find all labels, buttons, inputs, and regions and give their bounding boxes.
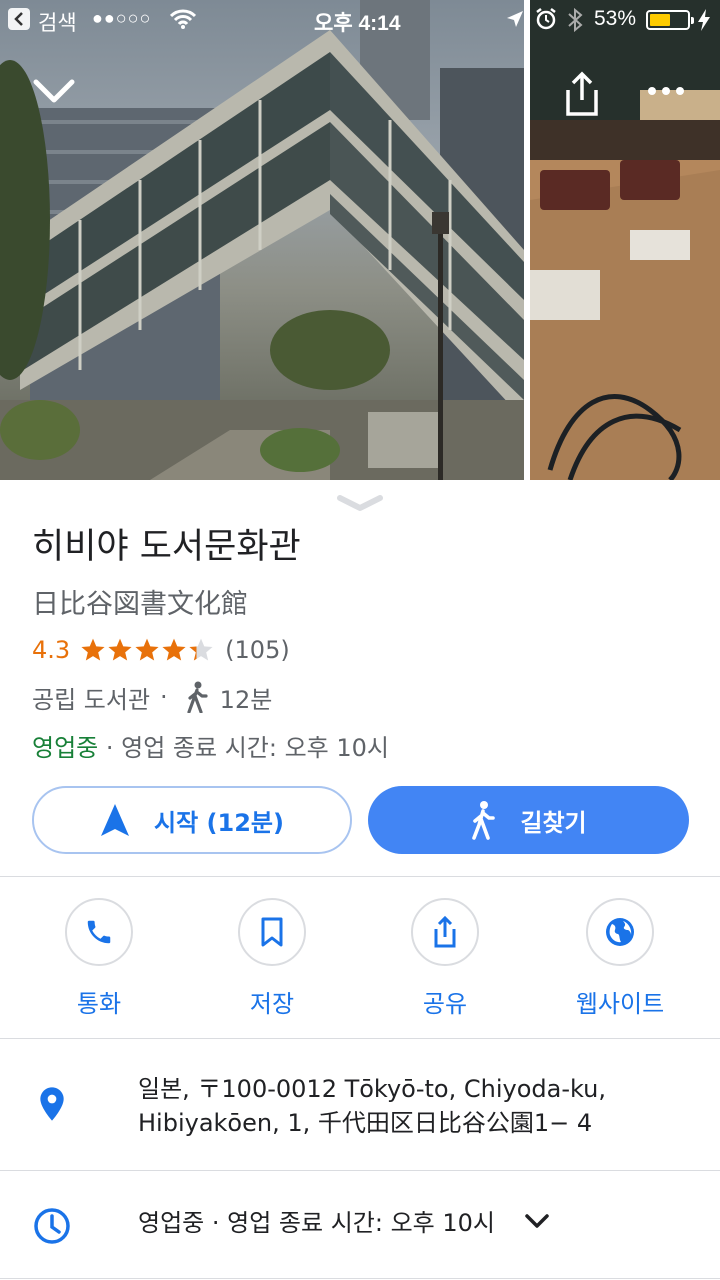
more-options-button[interactable] [640,76,692,106]
location-arrow-icon [507,11,523,27]
divider [0,1278,720,1279]
start-navigation-button[interactable]: 시작 (12분) [32,786,352,854]
save-circle [238,898,306,966]
share-button[interactable]: 공유 [385,898,505,1020]
rating-stars [80,637,215,663]
save-button[interactable]: 저장 [212,898,332,1020]
chevron-down-icon [33,79,75,103]
share-icon [566,71,598,116]
hours-summary: 영업중 · 영업 종료 시간: 오후 10시 [32,728,389,763]
place-category: 공립 도서관 [32,685,151,714]
back-arrow-icon [14,12,23,26]
place-title: 히비야 도서문화관 [32,527,301,567]
collapse-button[interactable] [32,72,76,112]
call-label: 통화 [76,990,122,1018]
navigation-arrow-icon [101,804,130,836]
globe-icon [606,918,634,946]
address-row[interactable]: 일본, 〒100-0012 Tōkyō-to, Chiyoda-ku, Hibi… [0,1060,720,1150]
bluetooth-icon [568,8,583,32]
signal-indicator: ●●○○○ [92,8,152,28]
open-status: 영업중 [32,734,99,762]
phone-icon [87,920,111,944]
divider [0,1038,720,1039]
hours-row[interactable]: 영업중 · 영업 종료 시간: 오후 10시 [0,1190,720,1260]
star-icon [81,638,105,661]
website-button[interactable]: 웹사이트 [560,898,680,1020]
hours-text: 영업중 · 영업 종료 시간: 오후 10시 [138,1206,495,1240]
star-icon [189,638,213,661]
sheet-drag-handle[interactable] [336,494,384,512]
back-to-app-button[interactable] [8,8,30,30]
separator: · [160,683,168,711]
photo-gallery[interactable] [0,0,720,480]
call-circle [65,898,133,966]
place-local-name: 日比谷図書文化館 [32,589,248,620]
divider [0,1170,720,1171]
directions-label: 길찾기 [520,808,587,837]
hours-closing: · 영업 종료 시간: 오후 10시 [211,1209,496,1237]
walking-icon [187,681,208,713]
address-line-2: Hibiyakōen, 1, 千代田区日比谷公園1− 4 [138,1109,593,1137]
review-count[interactable]: (105) [225,636,290,664]
address-line-1: 일본, 〒100-0012 Tōkyō-to, Chiyoda-ku, [138,1075,607,1103]
share-top-button[interactable] [560,70,604,118]
category-row: 공립 도서관 · 12분 [32,680,272,714]
website-label: 웹사이트 [575,990,665,1018]
interior-illustration [530,0,720,480]
building-photo[interactable] [0,0,524,480]
share-label: 공유 [422,990,468,1018]
clock-icon [34,1208,70,1244]
location-pin-icon [40,1087,64,1121]
wifi-icon [170,9,196,29]
hours-open-status: 영업중 [138,1209,205,1237]
alarm-icon [536,8,556,30]
share-icon [434,915,456,948]
address-text: 일본, 〒100-0012 Tōkyō-to, Chiyoda-ku, Hibi… [138,1072,698,1140]
battery-fill [650,14,670,26]
walk-time: 12분 [219,685,273,714]
star-icon [135,638,159,661]
start-label: 시작 (12분) [154,808,284,837]
share-circle [411,898,479,966]
divider [0,876,720,877]
chevron-down-icon[interactable] [524,1212,550,1230]
rating-value: 4.3 [32,636,71,664]
save-label: 저장 [249,990,295,1018]
closing-time: · 영업 종료 시간: 오후 10시 [105,734,390,762]
bookmark-icon [261,917,283,947]
star-icon [162,638,186,661]
back-app-label[interactable]: 검색 [38,7,77,37]
charging-icon [698,9,710,31]
status-bar: 검색 ●●○○○ 오후 4:14 53% [0,0,720,40]
battery-icon [646,10,694,30]
interior-photo[interactable] [530,0,720,480]
star-icon [108,638,132,661]
battery-percent: 53% [594,7,637,30]
rating-row[interactable]: 4.3 (105) [32,633,290,667]
directions-button[interactable]: 길찾기 [368,786,689,854]
call-button[interactable]: 통화 [39,898,159,1020]
building-illustration [0,0,524,480]
status-time: 오후 4:14 [314,12,401,35]
walking-icon [472,801,496,840]
website-circle [586,898,654,966]
more-icon [648,87,684,95]
